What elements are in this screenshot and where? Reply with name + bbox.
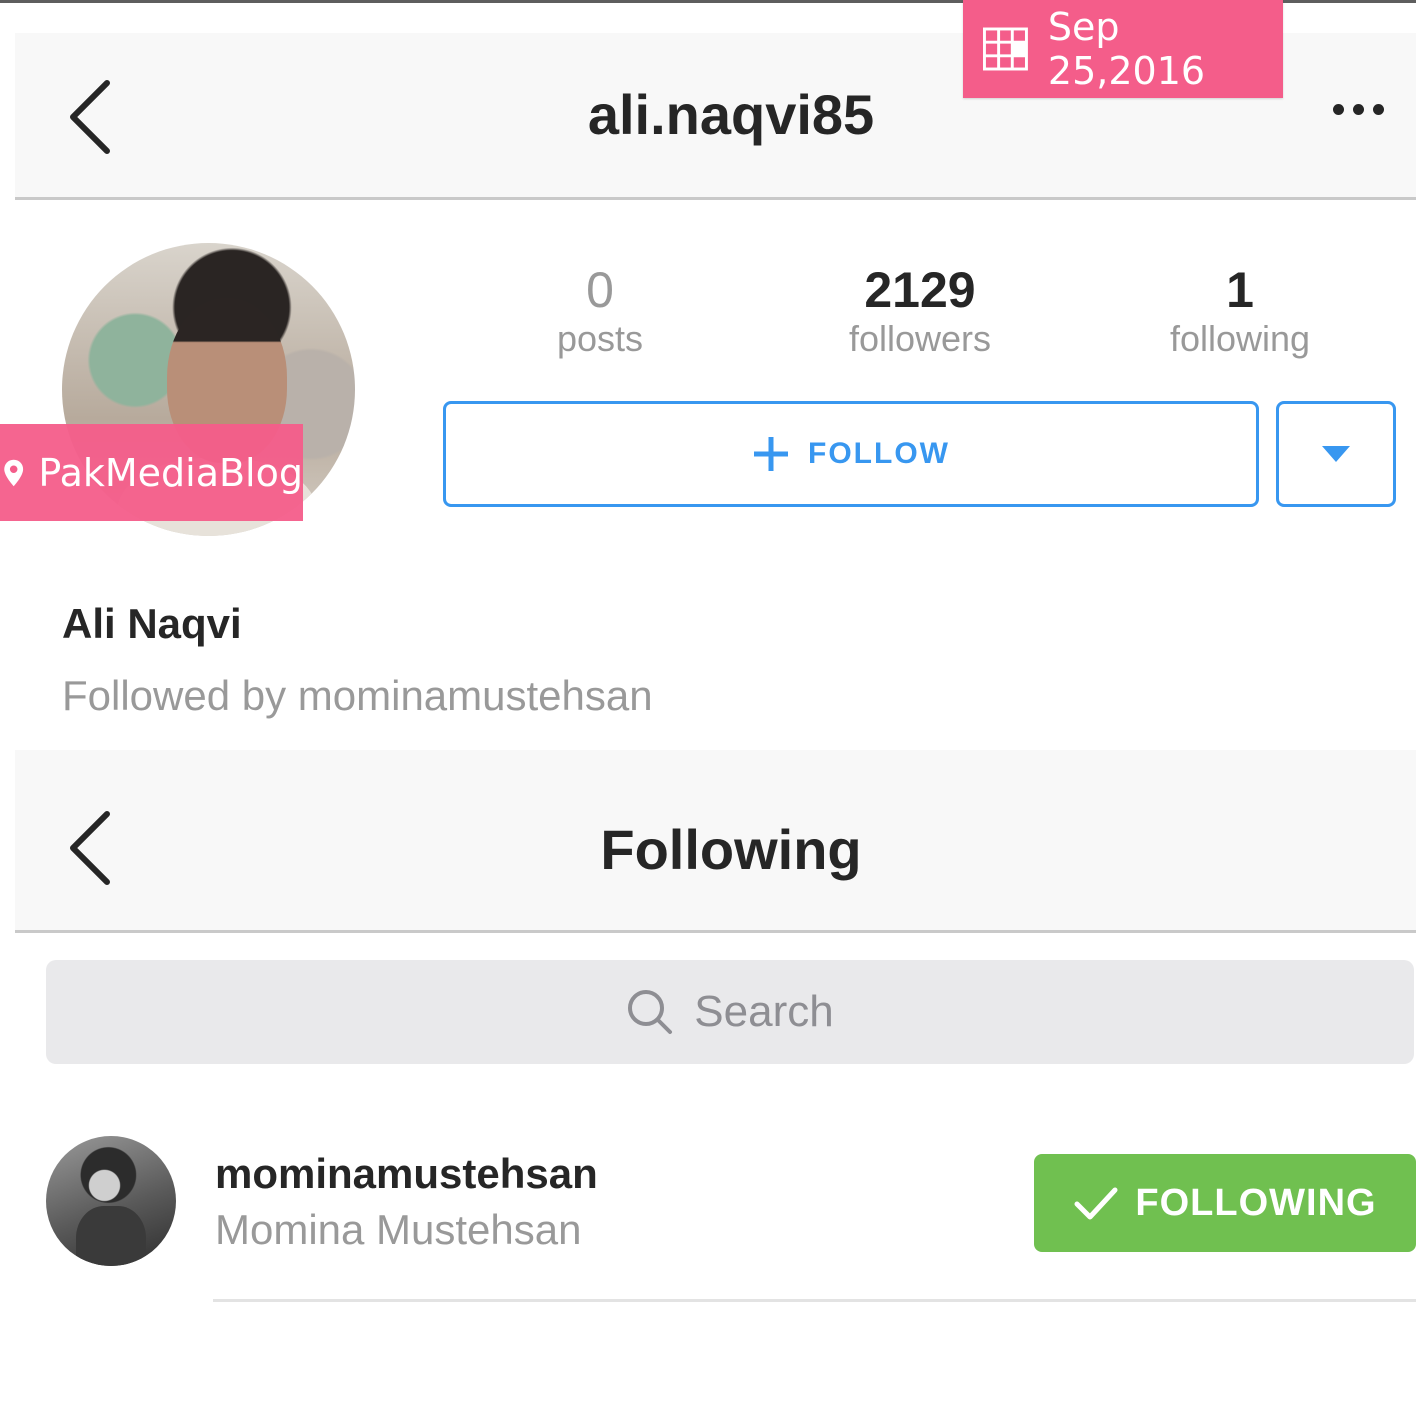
following-label: following — [1169, 318, 1311, 359]
followers-label: followers — [848, 318, 992, 359]
watermark-source: PakMediaBlog — [38, 450, 303, 495]
suggested-users-dropdown[interactable] — [1276, 401, 1396, 507]
profile-full-name: Ali Naqvi — [62, 600, 242, 647]
date-watermark: Sep 25,2016 — [963, 0, 1283, 98]
more-horizontal-icon — [1333, 104, 1344, 115]
plus-icon — [754, 437, 789, 471]
more-options-button[interactable] — [1333, 104, 1384, 115]
user-full-name: Momina Mustehsan — [215, 1206, 582, 1253]
checkmark-icon — [1074, 1187, 1118, 1220]
triangle-down-icon — [1322, 446, 1350, 462]
posts-label: posts — [556, 318, 644, 359]
posts-stat: 0 posts — [520, 262, 680, 360]
source-watermark: PakMediaBlog — [0, 424, 303, 521]
location-pin-icon — [4, 459, 24, 486]
followers-stat[interactable]: 2129 followers — [800, 262, 1040, 360]
followed-by-text[interactable]: Followed by mominamustehsan — [62, 672, 653, 720]
list-item[interactable]: mominamustehsan Momina Mustehsan FOLLOWI… — [0, 1130, 1416, 1302]
watermark-date: Sep 25,2016 — [1047, 5, 1206, 93]
followers-count: 2129 — [864, 262, 976, 318]
follow-button-label: FOLLOW — [808, 437, 950, 470]
following-button-label: FOLLOWING — [1135, 1181, 1377, 1224]
search-placeholder: Search — [694, 987, 834, 1036]
posts-count: 0 — [586, 262, 614, 318]
following-stat[interactable]: 1 following — [1130, 262, 1350, 360]
user-handle[interactable]: mominamustehsan — [215, 1150, 598, 1198]
search-input[interactable]: Search — [46, 960, 1414, 1064]
following-count: 1 — [1226, 262, 1254, 318]
row-divider — [213, 1299, 1416, 1302]
following-title: Following — [600, 818, 862, 881]
following-header: Following — [15, 750, 1416, 933]
calendar-icon — [983, 27, 1028, 71]
following-button[interactable]: FOLLOWING — [1034, 1154, 1416, 1252]
search-icon — [628, 990, 673, 1034]
user-avatar[interactable] — [46, 1136, 176, 1266]
follow-button[interactable]: FOLLOW — [443, 401, 1259, 507]
